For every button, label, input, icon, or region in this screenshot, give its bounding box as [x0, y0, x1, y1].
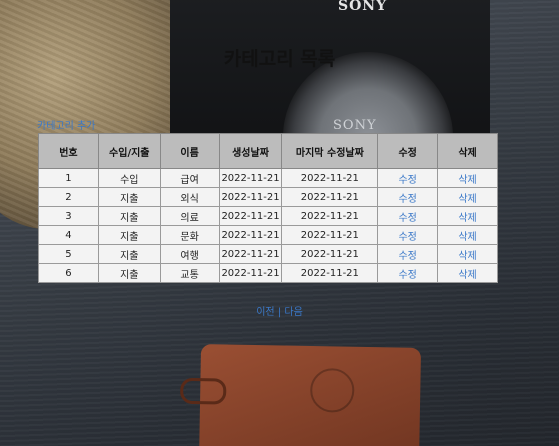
cell-edit: 수정 [377, 206, 439, 226]
delete-link[interactable]: 삭제 [458, 270, 476, 281]
cell-modified: 2022-11-21 [281, 263, 379, 283]
cell-edit: 수정 [377, 168, 439, 188]
cell-delete: 삭제 [437, 206, 498, 226]
cell-delete: 삭제 [437, 244, 498, 264]
table-header-row: 번호 수입/지출 이름 생성날짜 마지막 수정날짜 수정 삭제 [38, 133, 498, 169]
cell-created: 2022-11-21 [218, 244, 283, 264]
cell-type: 지출 [97, 263, 161, 283]
cell-number: 2 [38, 187, 99, 207]
cell-delete: 삭제 [437, 168, 498, 188]
cell-created: 2022-11-21 [218, 168, 283, 188]
table-row: 5 지출 여행 2022-11-21 2022-11-21 수정 삭제 [38, 244, 498, 264]
delete-link[interactable]: 삭제 [458, 213, 476, 224]
cell-delete: 삭제 [437, 187, 498, 207]
edit-link[interactable]: 수정 [398, 251, 416, 262]
header-modified: 마지막 수정날짜 [281, 133, 379, 169]
cell-edit: 수정 [377, 244, 439, 264]
delete-link[interactable]: 삭제 [458, 175, 476, 186]
cell-number: 1 [38, 168, 99, 188]
cell-number: 6 [38, 263, 99, 283]
cell-modified: 2022-11-21 [281, 187, 379, 207]
cell-delete: 삭제 [437, 225, 498, 245]
cell-edit: 수정 [377, 187, 439, 207]
cell-name: 급여 [159, 168, 220, 188]
cell-type: 수입 [97, 168, 161, 188]
header-name: 이름 [159, 133, 220, 169]
header-delete: 삭제 [437, 133, 498, 169]
delete-link[interactable]: 삭제 [458, 251, 476, 262]
cell-modified: 2022-11-21 [281, 206, 379, 226]
cell-number: 4 [38, 225, 99, 245]
edit-link[interactable]: 수정 [398, 175, 416, 186]
table-row: 1 수입 급여 2022-11-21 2022-11-21 수정 삭제 [38, 168, 498, 188]
cell-number: 3 [38, 206, 99, 226]
cell-name: 여행 [159, 244, 220, 264]
table-row: 4 지출 문화 2022-11-21 2022-11-21 수정 삭제 [38, 225, 498, 245]
next-page-link[interactable]: 다음 [284, 307, 302, 318]
header-number: 번호 [38, 133, 99, 169]
page-title: 카테고리 목록 [223, 48, 336, 70]
cell-created: 2022-11-21 [218, 187, 283, 207]
table-row: 2 지출 외식 2022-11-21 2022-11-21 수정 삭제 [38, 187, 498, 207]
pagination-separator: | [277, 307, 282, 318]
header-edit: 수정 [377, 133, 439, 169]
edit-link[interactable]: 수정 [398, 213, 416, 224]
header-created: 생성날짜 [218, 133, 283, 169]
cell-name: 외식 [159, 187, 220, 207]
cell-type: 지출 [97, 225, 161, 245]
cell-created: 2022-11-21 [218, 225, 283, 245]
category-table: 번호 수입/지출 이름 생성날짜 마지막 수정날짜 수정 삭제 1 수입 급여 … [38, 133, 498, 283]
cell-delete: 삭제 [437, 263, 498, 283]
delete-link[interactable]: 삭제 [458, 194, 476, 205]
cell-name: 의료 [159, 206, 220, 226]
cell-created: 2022-11-21 [218, 263, 283, 283]
edit-link[interactable]: 수정 [398, 194, 416, 205]
pagination: 이전 | 다음 [0, 303, 559, 318]
table-row: 6 지출 교통 2022-11-21 2022-11-21 수정 삭제 [38, 263, 498, 283]
cell-number: 5 [38, 244, 99, 264]
cell-type: 지출 [97, 206, 161, 226]
cell-modified: 2022-11-21 [281, 168, 379, 188]
cell-type: 지출 [97, 244, 161, 264]
cell-type: 지출 [97, 187, 161, 207]
table-row: 3 지출 의료 2022-11-21 2022-11-21 수정 삭제 [38, 206, 498, 226]
header-type: 수입/지출 [97, 133, 161, 169]
add-category-link[interactable]: 카테고리 추가 [37, 117, 95, 132]
cell-created: 2022-11-21 [218, 206, 283, 226]
category-list-page: 카테고리 목록 카테고리 추가 번호 수입/지출 이름 생성날짜 마지막 수정날… [0, 0, 559, 446]
edit-link[interactable]: 수정 [398, 270, 416, 281]
cell-edit: 수정 [377, 225, 439, 245]
cell-edit: 수정 [377, 263, 439, 283]
cell-modified: 2022-11-21 [281, 244, 379, 264]
prev-page-link[interactable]: 이전 [256, 307, 274, 318]
edit-link[interactable]: 수정 [398, 232, 416, 243]
cell-name: 문화 [159, 225, 220, 245]
delete-link[interactable]: 삭제 [458, 232, 476, 243]
cell-name: 교통 [159, 263, 220, 283]
cell-modified: 2022-11-21 [281, 225, 379, 245]
